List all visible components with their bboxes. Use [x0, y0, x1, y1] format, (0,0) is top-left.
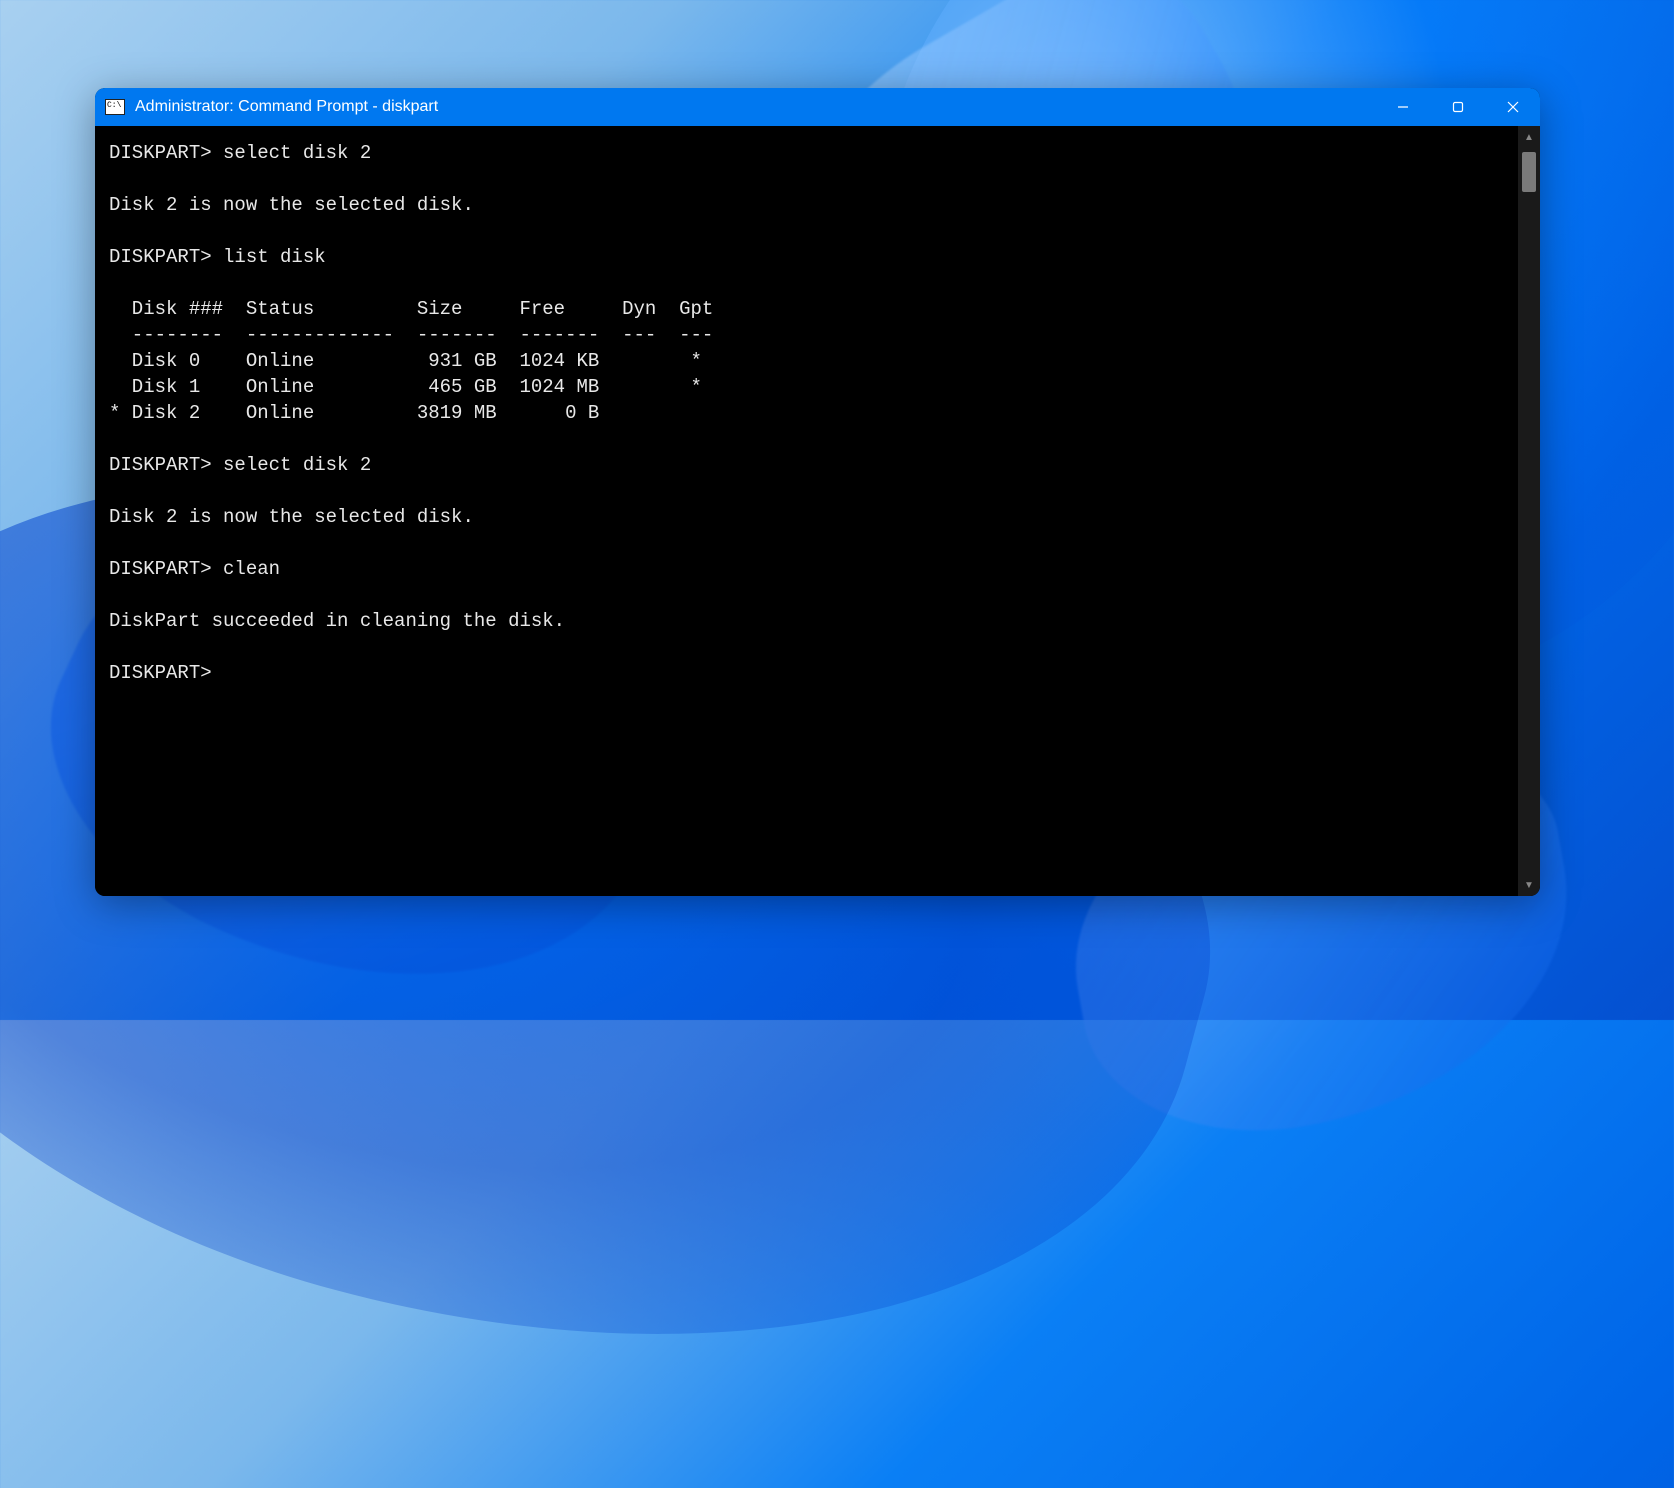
scroll-down-arrow[interactable]: ▼: [1518, 874, 1540, 896]
window-title: Administrator: Command Prompt - diskpart: [135, 98, 1375, 116]
scroll-thumb[interactable]: [1522, 152, 1536, 192]
cmd-icon: [105, 99, 125, 115]
minimize-button[interactable]: [1375, 88, 1430, 126]
command-prompt-window: Administrator: Command Prompt - diskpart…: [95, 88, 1540, 896]
close-button[interactable]: [1485, 88, 1540, 126]
titlebar[interactable]: Administrator: Command Prompt - diskpart: [95, 88, 1540, 126]
scrollbar[interactable]: ▲ ▼: [1518, 126, 1540, 896]
maximize-button[interactable]: [1430, 88, 1485, 126]
scroll-up-arrow[interactable]: ▲: [1518, 126, 1540, 148]
terminal-output[interactable]: DISKPART> select disk 2 Disk 2 is now th…: [95, 126, 1518, 896]
